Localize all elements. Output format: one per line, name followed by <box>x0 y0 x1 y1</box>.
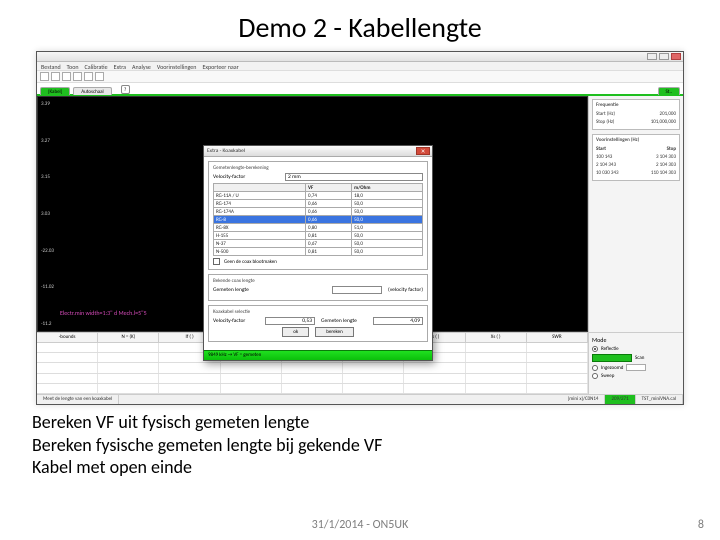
start-value: 201,000 <box>660 110 676 118</box>
slide-title: Demo 2 - Kabellengte <box>0 0 720 51</box>
stop-label: Stop (Hz) <box>596 118 614 126</box>
status-bar: Meet de lengte van een koaxkabel [mini x… <box>37 394 683 404</box>
toolbar-button[interactable] <box>40 72 49 81</box>
radio-reflectie[interactable] <box>592 346 598 352</box>
table-row[interactable]: N-370,6750,0 <box>214 240 423 248</box>
group-title: Frequentie <box>596 102 676 108</box>
section-title: Gemetenlengte-berekening <box>213 165 423 171</box>
radio-zoom[interactable] <box>592 365 598 371</box>
help-icon[interactable]: ? <box>121 85 130 94</box>
presets-group: Voorinstellingen (Hz) StartStop 100 1433… <box>592 134 680 181</box>
length-field-label: Gemeten lengte <box>321 318 367 324</box>
mode-title: Mode <box>592 336 680 344</box>
bullet-line: Bereken VF uit fysisch gemeten lengte <box>32 411 688 434</box>
menu-item[interactable]: Bestand <box>41 63 61 69</box>
tab-st[interactable]: St.. <box>658 87 681 95</box>
section-title: Bekende coax lengte <box>213 278 423 284</box>
vf-label: Velocity-factor <box>213 174 281 180</box>
radio-sweep[interactable] <box>592 373 598 379</box>
page-number: 8 <box>698 518 704 532</box>
checkbox-label: Geen de coax blootmaken <box>224 259 277 265</box>
slide-footer: 31/1/2014 - ON5UK <box>0 518 720 532</box>
table-row[interactable]: RG-11A / U0,7418,0 <box>214 192 423 200</box>
menu-item[interactable]: Extra <box>114 63 126 69</box>
vf-field[interactable]: 0,53 <box>265 317 315 325</box>
side-panel: Frequentie Start (Hz) 201,000 Stop (Hz) 10… <box>588 96 683 332</box>
toolbar-button[interactable] <box>62 72 71 81</box>
vf-field-label: Velocity-factor <box>213 318 259 324</box>
preset-row[interactable]: 10 030 343110 104 303 <box>596 169 676 177</box>
stop-value: 101,000,000 <box>651 118 676 126</box>
mode-panel: Mode Reflectie Scan Ingezoomd Sweep <box>588 333 683 394</box>
dialog-title-bar: Extra - Koaxkabel ✕ <box>204 146 432 157</box>
calculate-button[interactable]: bereken <box>315 327 354 337</box>
length-field[interactable]: 4,09 <box>373 317 423 325</box>
close-button[interactable] <box>671 53 681 60</box>
preset-row[interactable]: 2 104 3432 104 303 <box>596 161 676 169</box>
status-cal: TST_miniVNA.cal <box>636 395 683 404</box>
menu-bar: Bestand Toon Calibratie Extra Analyse Vo… <box>37 62 683 71</box>
minimize-button[interactable] <box>647 53 657 60</box>
measured-length-label: Gemeten lengte <box>213 287 326 293</box>
table-row <box>37 363 588 373</box>
bullet-line: Kabel met open einde <box>32 456 688 479</box>
window-title-bar <box>37 52 683 62</box>
table-row[interactable]: RG-174A0,6650,0 <box>214 208 423 216</box>
tab-cable[interactable]: [Kabel] <box>40 87 70 95</box>
table-row[interactable]: RG-1740,6650,0 <box>214 200 423 208</box>
dialog-section-known-length: Bekende coax lengte Gemeten lengte (velo… <box>208 274 428 301</box>
dialog-close-button[interactable]: ✕ <box>416 147 430 155</box>
dialog-section-coax-select: Koaxkabel selectie Velocity-factor 0,53 … <box>208 305 428 342</box>
scan-button[interactable] <box>592 354 632 362</box>
dialog-title: Extra - Koaxkabel <box>207 148 245 154</box>
vf-table: VF m/Ohm RG-11A / U0,7418,0 RG-1740,6650… <box>213 183 423 256</box>
zoom-input[interactable] <box>626 364 646 371</box>
toolbar <box>37 71 683 83</box>
toolbar-button[interactable] <box>84 72 93 81</box>
slide-body: Bereken VF uit fysisch gemeten lengte Be… <box>32 411 688 479</box>
table-row[interactable]: H-1550,8150,0 <box>214 232 423 240</box>
menu-item[interactable]: Exporteer naar <box>202 63 238 69</box>
tab-strip: [Kabel] Autoschaal ? St.. <box>37 83 683 94</box>
table-row-selected[interactable]: RG-80,6650,0 <box>214 216 423 224</box>
toolbar-button[interactable] <box>95 72 104 81</box>
status-progress: 209/271 <box>605 395 635 404</box>
menu-item[interactable]: Voorinstellingen <box>157 63 197 69</box>
vf-combo[interactable]: 2 mm <box>285 173 423 181</box>
toolbar-button[interactable] <box>73 72 82 81</box>
menu-item[interactable]: Calibratie <box>85 63 108 69</box>
table-row[interactable]: N-5000,8150,0 <box>214 248 423 256</box>
y-axis-ticks: 3.39 3.27 3.15 3.03 -22.03 -11.02 -11.2 <box>41 101 54 327</box>
unit-label: (velocity factor) <box>388 287 423 293</box>
tab-autoscale[interactable]: Autoschaal <box>73 87 111 95</box>
checkbox-expose[interactable] <box>213 258 220 265</box>
graph-annotation: Electr.min width=1:3" d Mech.l=5"5 <box>60 309 147 317</box>
measured-length-input[interactable] <box>332 286 382 294</box>
status-left: Meet de lengte van een koaxkabel <box>37 395 119 404</box>
app-window: Bestand Toon Calibratie Extra Analyse Vo… <box>36 51 684 405</box>
start-label: Start (Hz) <box>596 110 615 118</box>
table-row[interactable]: RG-8X0,8051,0 <box>214 224 423 232</box>
ok-button[interactable]: ok <box>282 327 309 337</box>
bullet-line: Bereken fysische gemeten lengte bij geke… <box>32 434 688 457</box>
toolbar-button[interactable] <box>51 72 60 81</box>
frequency-group: Frequentie Start (Hz) 201,000 Stop (Hz) 10… <box>592 99 680 130</box>
menu-item[interactable]: Analyse <box>132 63 151 69</box>
dialog-status-bar: 9849 kHz → VF = gemeten <box>204 350 432 360</box>
table-row <box>37 384 588 394</box>
menu-item[interactable]: Toon <box>67 63 79 69</box>
status-mid: [mini x]/C0N14 <box>562 395 606 404</box>
table-row <box>37 374 588 384</box>
maximize-button[interactable] <box>659 53 669 60</box>
group-title: Voorinstellingen (Hz) <box>596 137 676 143</box>
preset-row[interactable]: 100 1433 104 303 <box>596 153 676 161</box>
section-title: Koaxkabel selectie <box>213 309 423 315</box>
coax-dialog: Extra - Koaxkabel ✕ Gemetenlengte-bereke… <box>203 145 433 361</box>
dialog-section-vf: Gemetenlengte-berekening Velocity-factor… <box>208 161 428 270</box>
